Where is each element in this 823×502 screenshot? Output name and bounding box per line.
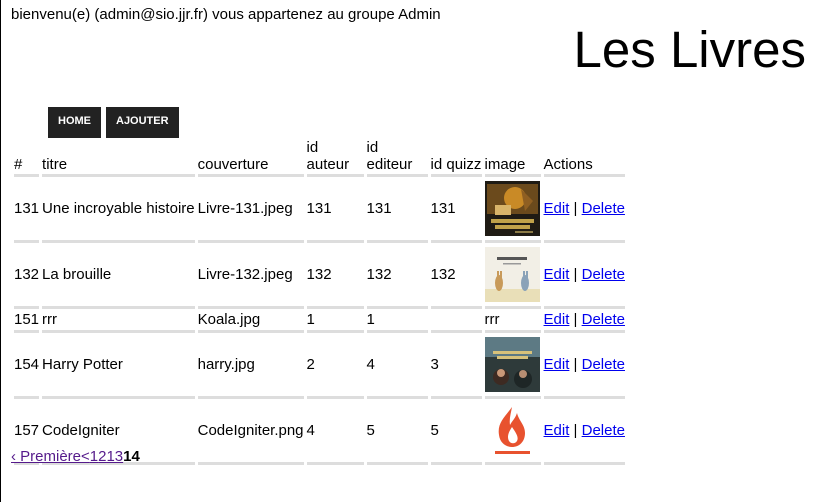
edit-link[interactable]: Edit — [544, 356, 570, 373]
cell-actions: Edit | Delete — [543, 333, 625, 399]
header-id-auteur: id auteur — [306, 139, 364, 177]
cell-titre: rrr — [42, 309, 195, 333]
pagination-page-13-link[interactable]: 13 — [106, 448, 123, 465]
cell-id-quizz: 132 — [430, 243, 482, 309]
cell-actions: Edit | Delete — [543, 399, 625, 465]
cell-id-editeur: 4 — [366, 333, 428, 399]
home-button[interactable]: HOME — [48, 107, 101, 138]
cell-image-alt-text: rrr — [484, 309, 541, 333]
cell-id: 132 — [14, 243, 40, 309]
pagination-first-link[interactable]: ‹ Première — [11, 448, 81, 465]
header-titre: titre — [42, 139, 195, 177]
welcome-message: bienvenu(e) (admin@sio.jjr.fr) vous appa… — [11, 6, 441, 23]
header-id-editeur: id editeur — [366, 139, 428, 177]
cell-id-auteur: 131 — [306, 177, 364, 243]
header-id-quizz: id quizz — [430, 139, 482, 177]
cell-titre: La brouille — [42, 243, 195, 309]
cell-id: 154 — [14, 333, 40, 399]
add-button[interactable]: AJOUTER — [106, 107, 179, 138]
cell-id-editeur: 131 — [366, 177, 428, 243]
table-row: 132 La brouille Livre-132.jpeg 132 132 1… — [14, 243, 625, 309]
cell-couverture: Livre-132.jpeg — [197, 243, 304, 309]
cell-titre: Harry Potter — [42, 333, 195, 399]
action-separator: | — [569, 200, 582, 217]
edit-link[interactable]: Edit — [544, 266, 570, 283]
pagination: ‹ Première<121314 — [11, 448, 140, 465]
cell-couverture: Livre-131.jpeg — [197, 177, 304, 243]
cover-la-brouille-image — [484, 247, 540, 302]
nav-bar: HOME AJOUTER — [48, 107, 179, 138]
action-separator: | — [569, 311, 582, 328]
edit-link[interactable]: Edit — [544, 311, 570, 328]
header-id: # — [14, 139, 40, 177]
header-actions: Actions — [543, 139, 625, 177]
cell-id-quizz: 5 — [430, 399, 482, 465]
codeigniter-logo-icon — [484, 403, 540, 458]
page-title: Les Livres — [573, 21, 806, 78]
header-image: image — [484, 139, 541, 177]
delete-link[interactable]: Delete — [582, 422, 625, 439]
cell-id-auteur: 1 — [306, 309, 364, 333]
delete-link[interactable]: Delete — [582, 266, 625, 283]
table-header-row: # titre couverture id auteur id editeur … — [14, 139, 625, 177]
action-separator: | — [569, 356, 582, 373]
cell-actions: Edit | Delete — [543, 177, 625, 243]
edit-link[interactable]: Edit — [544, 422, 570, 439]
action-separator: | — [569, 422, 582, 439]
action-separator: | — [569, 266, 582, 283]
cell-id-quizz: 131 — [430, 177, 482, 243]
cell-image — [484, 243, 541, 309]
cell-id-auteur: 2 — [306, 333, 364, 399]
cell-id-editeur: 1 — [366, 309, 428, 333]
cell-image — [484, 333, 541, 399]
cell-id: 151 — [14, 309, 40, 333]
cell-image — [484, 399, 541, 465]
table-row: 154 Harry Potter harry.jpg 2 4 3 Edit | … — [14, 333, 625, 399]
cover-harry-potter-image — [484, 337, 540, 392]
cell-id-auteur: 4 — [306, 399, 364, 465]
books-table: # titre couverture id auteur id editeur … — [11, 139, 628, 465]
cell-id-quizz — [430, 309, 482, 333]
table-row: 151 rrr Koala.jpg 1 1 rrr Edit | Delete — [14, 309, 625, 333]
cell-couverture: CodeIgniter.png — [197, 399, 304, 465]
cell-couverture: Koala.jpg — [197, 309, 304, 333]
delete-link[interactable]: Delete — [582, 356, 625, 373]
cell-id-auteur: 132 — [306, 243, 364, 309]
delete-link[interactable]: Delete — [582, 311, 625, 328]
cell-id-quizz: 3 — [430, 333, 482, 399]
header-couverture: couverture — [197, 139, 304, 177]
table-row: 131 Une incroyable histoire Livre-131.jp… — [14, 177, 625, 243]
pagination-page-1-link[interactable]: 1 — [90, 448, 98, 465]
cell-image — [484, 177, 541, 243]
cell-actions: Edit | Delete — [543, 243, 625, 309]
edit-link[interactable]: Edit — [544, 200, 570, 217]
cell-id-editeur: 5 — [366, 399, 428, 465]
cell-titre: Une incroyable histoire — [42, 177, 195, 243]
cell-id-editeur: 132 — [366, 243, 428, 309]
pagination-prev-link[interactable]: < — [81, 448, 90, 465]
delete-link[interactable]: Delete — [582, 200, 625, 217]
cell-actions: Edit | Delete — [543, 309, 625, 333]
cell-id: 131 — [14, 177, 40, 243]
cover-incroyable-histoire-image — [484, 181, 540, 236]
cell-couverture: harry.jpg — [197, 333, 304, 399]
pagination-current-page: 14 — [123, 448, 140, 465]
